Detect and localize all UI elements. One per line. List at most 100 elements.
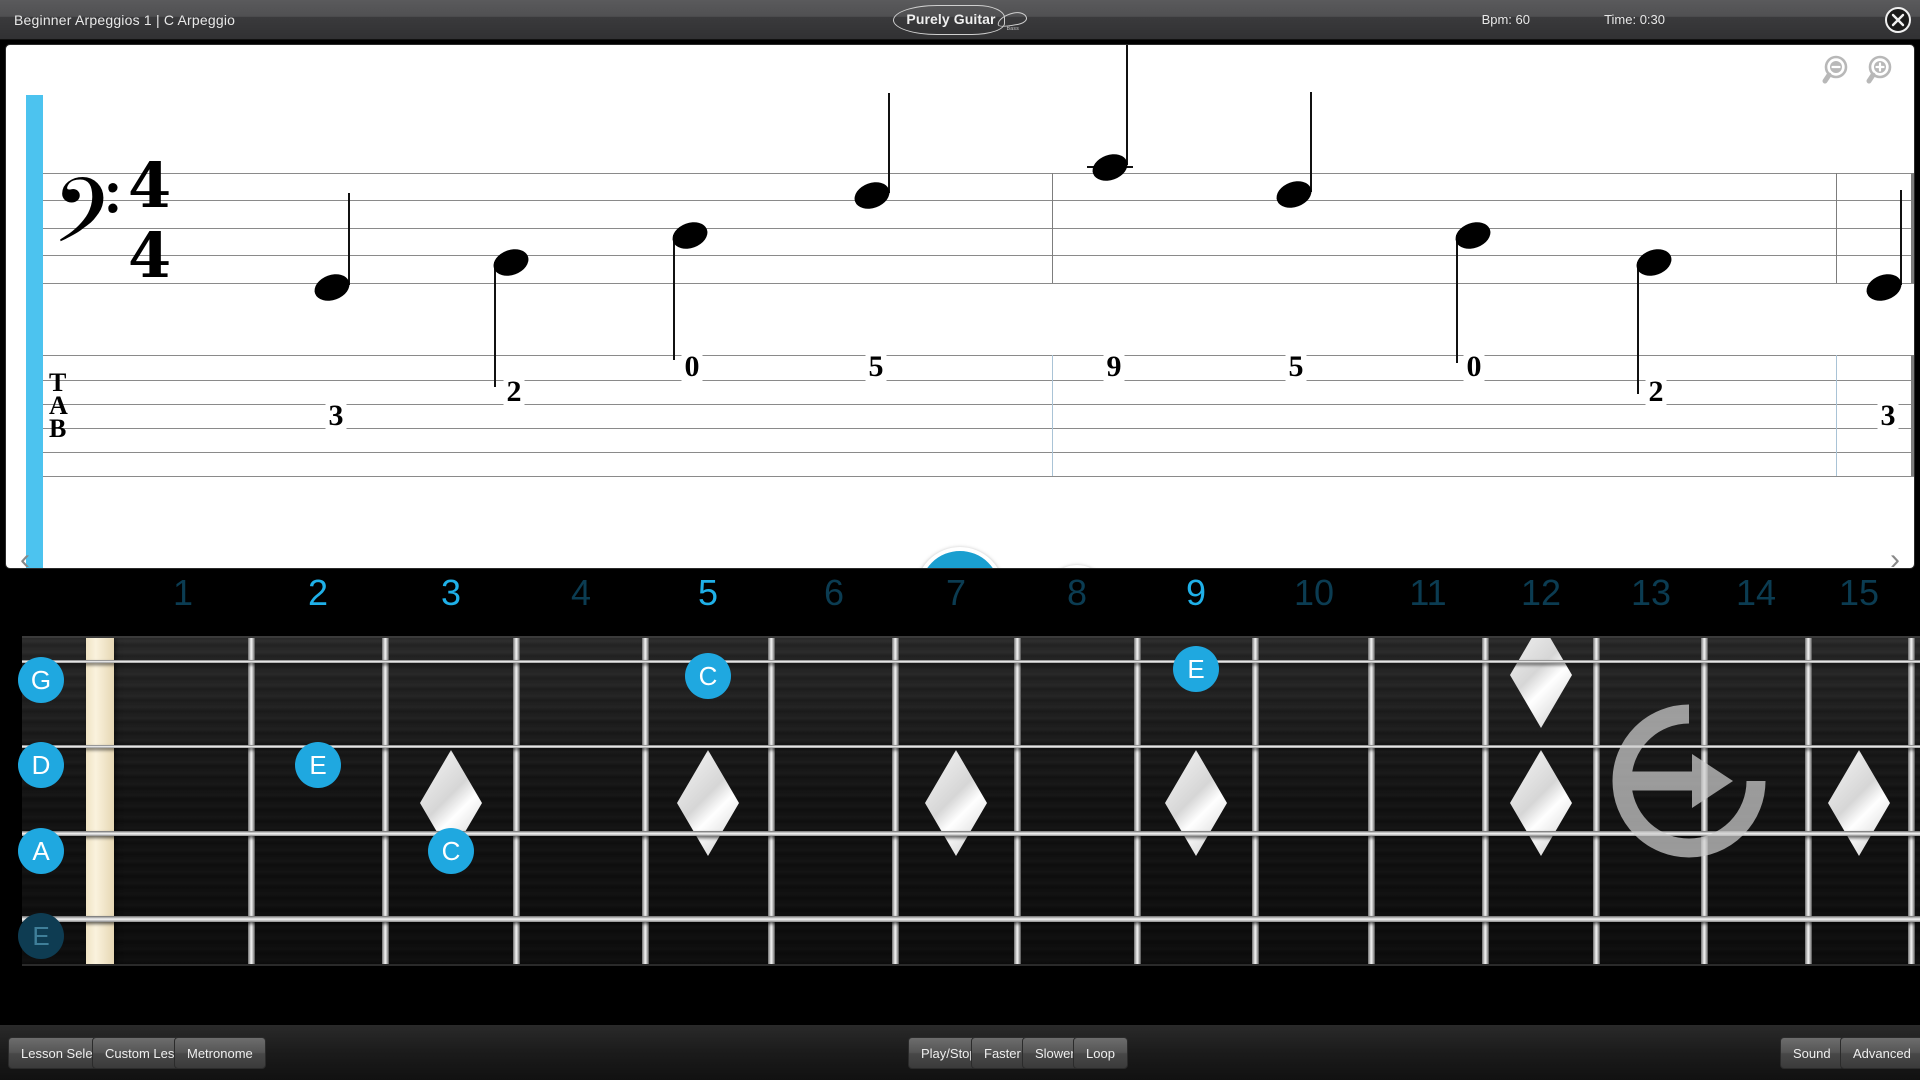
tab-fret-number: 3 bbox=[325, 401, 347, 431]
play-step-button[interactable] bbox=[1046, 565, 1108, 568]
loop-button[interactable]: Loop bbox=[1073, 1037, 1128, 1069]
fret-inlay-marker bbox=[1510, 750, 1572, 856]
note-stem bbox=[1637, 262, 1639, 394]
bpm-readout: Bpm: 60 bbox=[1481, 12, 1530, 27]
fret-number-10[interactable]: 10 bbox=[1294, 572, 1334, 614]
fret-number-13[interactable]: 13 bbox=[1631, 572, 1671, 614]
barline bbox=[1836, 173, 1837, 283]
tab-fret-number: 9 bbox=[1103, 352, 1125, 382]
zoom-controls bbox=[1806, 51, 1902, 91]
barline-end bbox=[1911, 355, 1914, 476]
tab-line bbox=[43, 404, 1914, 405]
tab-line bbox=[43, 452, 1914, 453]
fret-number-1[interactable]: 1 bbox=[173, 572, 193, 614]
string-label-E[interactable]: E bbox=[18, 913, 64, 959]
logo-sublabel: Bass bbox=[1006, 26, 1019, 32]
note-stem bbox=[1310, 92, 1312, 192]
fret-inlay-marker bbox=[925, 750, 987, 856]
fret-number-12[interactable]: 12 bbox=[1521, 572, 1561, 614]
notehead bbox=[1451, 217, 1495, 254]
time-readout: Time: 0:30 bbox=[1604, 12, 1665, 27]
barline bbox=[1052, 173, 1053, 283]
play-triangle-icon bbox=[947, 568, 983, 569]
fret-number-6[interactable]: 6 bbox=[824, 572, 844, 614]
fret-number-2[interactable]: 2 bbox=[308, 572, 328, 614]
notehead bbox=[1632, 244, 1676, 281]
staff-line bbox=[43, 255, 1914, 256]
fretboard-note-E[interactable]: E bbox=[1173, 646, 1219, 692]
guitar-string[interactable] bbox=[22, 660, 1920, 663]
notehead bbox=[489, 244, 533, 281]
fretboard-note-C[interactable]: C bbox=[428, 828, 474, 874]
fret-number-3[interactable]: 3 bbox=[441, 572, 461, 614]
zoom-out-icon[interactable] bbox=[1820, 52, 1858, 90]
string-label-D[interactable]: D bbox=[18, 742, 64, 788]
note-stem bbox=[1456, 235, 1458, 363]
string-label-A[interactable]: A bbox=[18, 828, 64, 874]
fret-number-11[interactable]: 11 bbox=[1409, 572, 1446, 614]
tab-fret-number: 2 bbox=[503, 377, 525, 407]
note-stem bbox=[348, 193, 350, 285]
playback-cursor-bar bbox=[26, 95, 43, 568]
string-label-G[interactable]: G bbox=[18, 657, 64, 703]
note-stem bbox=[1126, 45, 1128, 165]
barline bbox=[1836, 355, 1837, 476]
tab-fret-number: 2 bbox=[1645, 377, 1667, 407]
time-signature-denominator: 4 bbox=[128, 219, 172, 292]
next-page-button[interactable]: › bbox=[1890, 545, 1900, 569]
staff-line bbox=[43, 228, 1914, 229]
advanced-button[interactable]: Advanced bbox=[1840, 1037, 1920, 1069]
notehead bbox=[1272, 176, 1316, 213]
fret-inlay-marker bbox=[1510, 638, 1572, 728]
purely-guitar-app: Beginner Arpeggios 1 | C Arpeggio Purely… bbox=[0, 0, 1920, 1080]
note-stem bbox=[1900, 190, 1902, 285]
app-logo: Purely Guitar Bass bbox=[885, 3, 1035, 37]
logo-label: Purely Guitar bbox=[906, 11, 996, 27]
tab-line bbox=[43, 355, 1914, 356]
note-stem bbox=[673, 235, 675, 360]
play-button[interactable] bbox=[916, 547, 1004, 569]
fret-number-row: 1 2 3 4 5 6 7 8 9 10 11 12 13 14 15 bbox=[0, 572, 1920, 630]
fret-number-4[interactable]: 4 bbox=[571, 572, 591, 614]
fret-inlay-marker bbox=[1828, 750, 1890, 856]
fret-number-14[interactable]: 14 bbox=[1736, 572, 1776, 614]
notehead bbox=[850, 177, 894, 214]
tab-fret-number: 0 bbox=[1463, 352, 1485, 382]
bass-clef-icon: 𝄢 bbox=[52, 160, 122, 285]
barline-end bbox=[1911, 173, 1914, 283]
tab-fret-number: 3 bbox=[1877, 401, 1899, 431]
notehead bbox=[668, 217, 712, 254]
fret-number-15[interactable]: 15 bbox=[1839, 572, 1879, 614]
sound-button[interactable]: Sound bbox=[1780, 1037, 1844, 1069]
lesson-title: Beginner Arpeggios 1 | C Arpeggio bbox=[14, 12, 236, 28]
fret-number-7[interactable]: 7 bbox=[946, 572, 966, 614]
notehead bbox=[1862, 269, 1906, 306]
tab-line bbox=[43, 476, 1914, 477]
staff-line bbox=[43, 200, 1914, 201]
fretboard-note-E[interactable]: E bbox=[295, 742, 341, 788]
close-icon[interactable] bbox=[1884, 6, 1912, 34]
fretboard-note-C[interactable]: C bbox=[685, 653, 731, 699]
fret-number-9[interactable]: 9 bbox=[1186, 572, 1206, 614]
tab-fret-number: 5 bbox=[1285, 352, 1307, 382]
notehead bbox=[1088, 149, 1132, 186]
fret-inlay-marker bbox=[677, 750, 739, 856]
tab-line bbox=[43, 428, 1914, 429]
prev-page-button[interactable]: ‹ bbox=[20, 545, 30, 569]
tab-line bbox=[43, 380, 1914, 381]
tab-fret-number: 5 bbox=[865, 352, 887, 382]
note-stem bbox=[888, 93, 890, 193]
fret-number-8[interactable]: 8 bbox=[1067, 572, 1087, 614]
fret-number-5[interactable]: 5 bbox=[698, 572, 718, 614]
notehead bbox=[310, 269, 354, 306]
metronome-button[interactable]: Metronome bbox=[174, 1037, 266, 1069]
tab-fret-number: 0 bbox=[681, 352, 703, 382]
note-stem bbox=[494, 262, 496, 387]
staff-line bbox=[43, 173, 1914, 174]
loop-arrow-icon[interactable] bbox=[1608, 700, 1770, 862]
guitar-string[interactable] bbox=[22, 916, 1920, 923]
zoom-in-icon[interactable] bbox=[1864, 52, 1902, 90]
fret-inlay-marker bbox=[1165, 750, 1227, 856]
title-bar: Beginner Arpeggios 1 | C Arpeggio Purely… bbox=[0, 0, 1920, 40]
notation-panel: 𝄢 4 4 T A B 320595023 ‹ › bbox=[5, 44, 1915, 569]
